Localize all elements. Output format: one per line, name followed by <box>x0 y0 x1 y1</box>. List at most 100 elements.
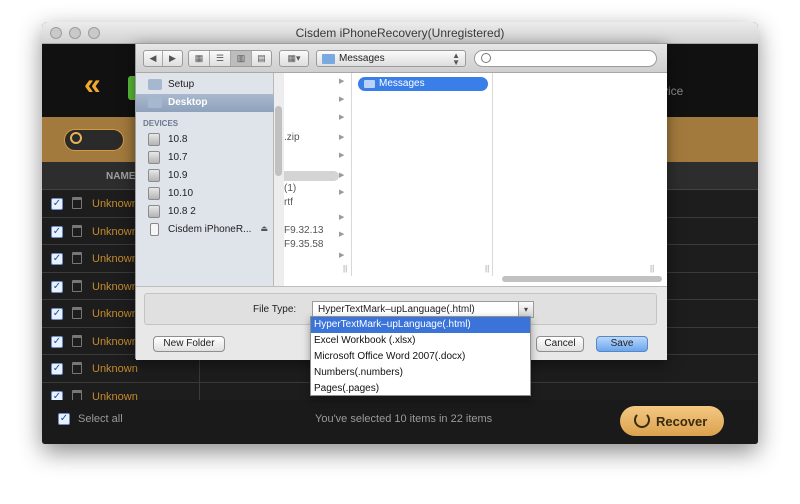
drive-icon <box>148 151 160 164</box>
view-mode-control: ▦ ☰ ▥ ▤ <box>188 50 272 67</box>
desktop-icon <box>148 97 162 108</box>
trash-icon <box>72 224 82 237</box>
folder-icon <box>322 54 335 64</box>
list-view-icon[interactable]: ☰ <box>210 51 231 66</box>
arrange-icon: ▦▾ <box>287 53 301 63</box>
row-name: Unknown <box>92 280 138 293</box>
folder-icon <box>148 79 162 90</box>
sidebar-item-label: Cisdem iPhoneR... <box>168 224 252 235</box>
dialog-sidebar: Setup Desktop DEVICES 10.8 10.7 10.9 10.… <box>136 73 274 286</box>
drive-icon <box>148 205 160 218</box>
location-popup[interactable]: Messages ▲ ▼ <box>316 50 466 67</box>
icon-view-icon[interactable]: ▦ <box>189 51 210 66</box>
row-checkbox[interactable]: ✓ <box>51 308 63 320</box>
row-name: Unknown <box>92 253 138 265</box>
trash-icon <box>72 197 82 209</box>
footer-bar: ✓ Select all You've selected 10 items in… <box>42 400 758 444</box>
sidebar-item-device[interactable]: 10.8 2 <box>136 203 274 221</box>
trash-icon <box>72 362 82 374</box>
file-entry[interactable]: F9.32.13 <box>284 225 323 236</box>
cancel-button[interactable]: Cancel <box>536 336 584 352</box>
chevron-down-icon[interactable]: ▾ <box>518 302 533 317</box>
selection-count: You've selected 10 items in 22 items <box>315 413 493 425</box>
file-entry[interactable]: (1) <box>284 183 296 194</box>
row-checkbox[interactable]: ✓ <box>51 363 63 375</box>
new-folder-button[interactable]: New Folder <box>153 336 225 352</box>
dropdown-option[interactable]: Pages(.pages) <box>311 381 530 397</box>
dropdown-option[interactable]: Numbers(.numbers) <box>311 365 530 381</box>
arrange-button[interactable]: ▦▾ <box>279 50 309 67</box>
sidebar-item-desktop[interactable]: Desktop <box>136 94 274 112</box>
title-bar: Cisdem iPhoneRecovery(Unregistered) <box>42 22 758 44</box>
sidebar-item-label: 10.7 <box>168 152 188 163</box>
row-checkbox[interactable]: ✓ <box>51 225 63 238</box>
column-selection <box>284 171 339 181</box>
name-column-header[interactable]: NAME <box>106 171 135 182</box>
row-name: Unknown <box>92 225 138 238</box>
dropdown-option[interactable]: HyperTextMark–upLanguage(.html) <box>311 317 530 333</box>
file-type-value: HyperTextMark–upLanguage(.html) <box>318 304 475 315</box>
phone-icon <box>150 223 159 236</box>
row-name: Unknown <box>92 335 138 348</box>
search-icon <box>70 132 82 144</box>
trash-icon <box>72 279 82 292</box>
select-all-label[interactable]: Select all <box>78 413 123 425</box>
sidebar-item-label: 10.9 <box>168 170 188 181</box>
sidebar-item-setup[interactable]: Setup <box>136 76 274 94</box>
sidebar-item-label: 10.8 2 <box>168 206 196 217</box>
sidebar-item-device[interactable]: 10.8 <box>136 131 274 149</box>
sidebar-item-device[interactable]: Cisdem iPhoneR... ⏏ <box>136 221 274 239</box>
row-name: Unknown <box>92 198 138 210</box>
window-title: Cisdem iPhoneRecovery(Unregistered) <box>295 26 505 40</box>
dropdown-option[interactable]: Excel Workbook (.xlsx) <box>311 333 530 349</box>
row-checkbox[interactable]: ✓ <box>51 253 63 265</box>
save-button[interactable]: Save <box>596 336 648 352</box>
column-browser: ▶ ▶ ▶ .zip ▶ ▶ ▶ (1) ▶ rtf ▶ F9.32.13 ▶ … <box>284 73 667 286</box>
devices-header: DEVICES <box>143 119 179 128</box>
browser-column-1: ▶ ▶ ▶ .zip ▶ ▶ ▶ (1) ▶ rtf ▶ F9.32.13 ▶ … <box>284 73 352 276</box>
trash-icon <box>72 334 82 347</box>
row-name: Unknown <box>92 363 138 375</box>
drive-icon <box>148 133 160 146</box>
file-type-dropdown: HyperTextMark–upLanguage(.html) Excel Wo… <box>310 316 531 396</box>
sidebar-item-label: Desktop <box>168 97 208 108</box>
column-resize-grip[interactable]: || <box>650 264 654 273</box>
column-resize-grip[interactable]: || <box>485 264 489 273</box>
eject-icon[interactable]: ⏏ <box>260 224 268 233</box>
back-icon[interactable]: « <box>84 70 101 100</box>
row-checkbox[interactable]: ✓ <box>51 335 63 348</box>
sidebar-item-device[interactable]: 10.10 <box>136 185 274 203</box>
column-resize-grip[interactable]: || <box>343 264 347 273</box>
column-view-icon[interactable]: ▥ <box>231 51 252 66</box>
forward-arrow-icon[interactable]: ▶ <box>163 51 182 66</box>
sidebar-item-label: Setup <box>168 79 195 90</box>
sidebar-item-label: 10.10 <box>168 188 194 199</box>
back-arrow-icon[interactable]: ◀ <box>144 51 163 66</box>
recover-icon <box>634 412 650 428</box>
sidebar-item-label: 10.8 <box>168 134 188 145</box>
row-checkbox[interactable]: ✓ <box>51 280 63 293</box>
row-name: Unknown <box>92 308 138 320</box>
drive-icon <box>148 169 160 182</box>
file-entry[interactable]: rtf <box>284 197 293 208</box>
location-label: Messages <box>339 53 385 64</box>
browser-column-2 <box>353 73 493 276</box>
row-checkbox[interactable]: ✓ <box>51 198 63 210</box>
drive-icon <box>148 187 160 200</box>
sidebar-item-device[interactable]: 10.7 <box>136 149 274 167</box>
recover-button[interactable]: Recover <box>620 406 724 436</box>
search-icon <box>481 53 491 63</box>
trash-icon <box>72 307 82 319</box>
dialog-search-input[interactable] <box>474 50 657 67</box>
save-dialog: ◀ ▶ ▦ ☰ ▥ ▤ ▦▾ Messages ▲ ▼ Setup Desktop… <box>135 43 667 360</box>
popup-arrows-icon: ▲ ▼ <box>452 51 460 67</box>
select-all-checkbox[interactable]: ✓ <box>58 413 70 425</box>
file-entry[interactable]: .zip <box>284 132 300 143</box>
sidebar-scrollbar[interactable] <box>275 106 282 176</box>
file-entry[interactable]: F9.35.58 <box>284 239 323 250</box>
sidebar-item-device[interactable]: 10.9 <box>136 167 274 185</box>
coverflow-view-icon[interactable]: ▤ <box>252 51 271 66</box>
dropdown-option[interactable]: Microsoft Office Word 2007(.docx) <box>311 349 530 365</box>
horizontal-scrollbar[interactable] <box>502 276 662 282</box>
search-field[interactable] <box>64 129 124 151</box>
